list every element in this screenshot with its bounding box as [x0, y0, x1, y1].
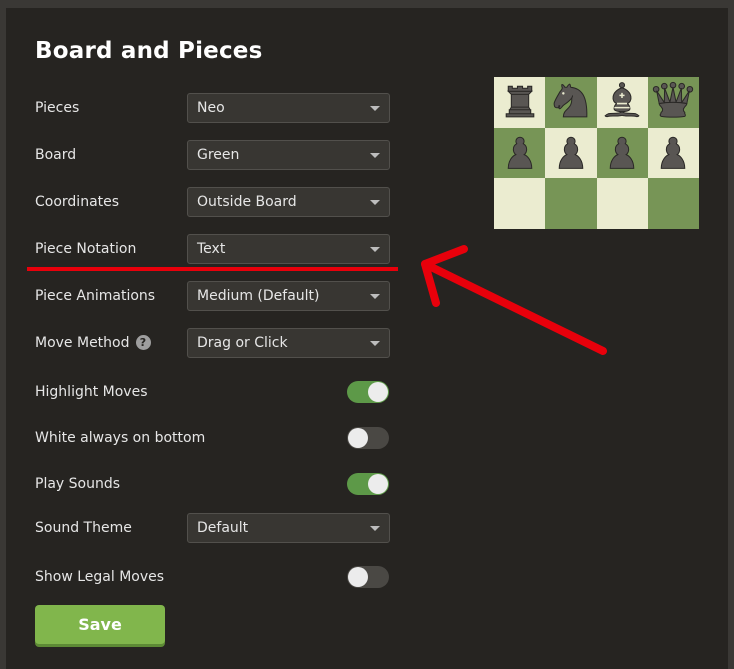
- annotation-overlay: [27, 245, 607, 355]
- annotation-arrow-shaft: [421, 260, 607, 355]
